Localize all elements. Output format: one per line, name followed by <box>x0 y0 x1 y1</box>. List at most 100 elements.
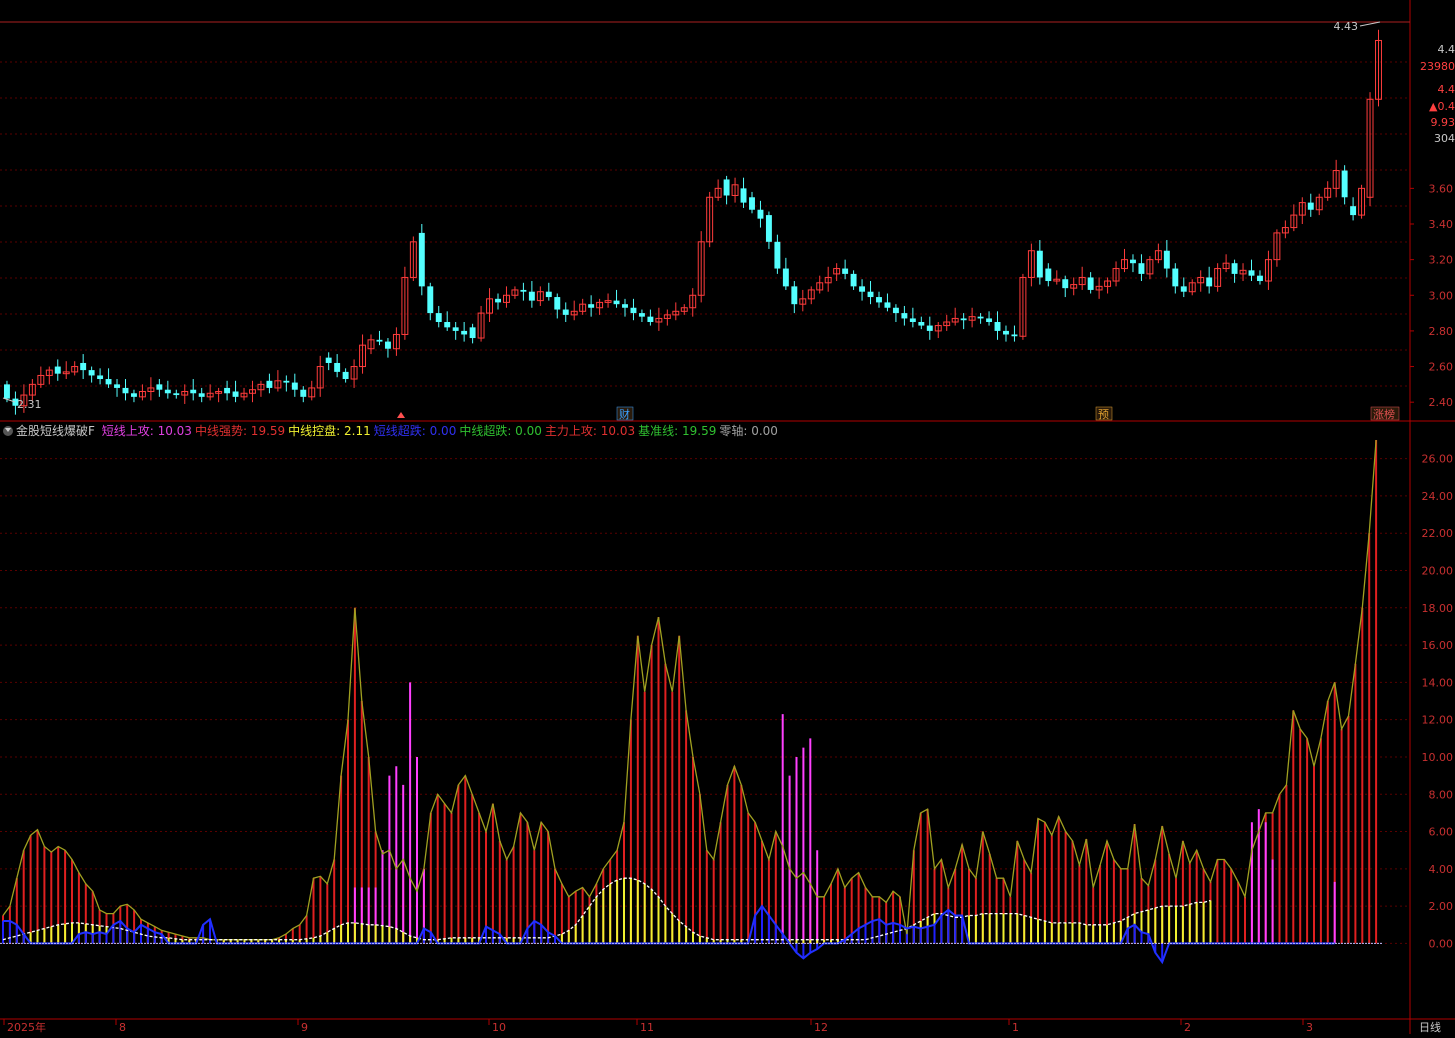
candle-body-down <box>842 269 848 274</box>
price-low-label: 2.31 <box>17 398 42 411</box>
x-axis-label: 1 <box>1012 1021 1019 1034</box>
indicator-y-tick: 18.00 <box>1422 602 1454 615</box>
quote-label: 23980 <box>1420 60 1455 73</box>
candle-body-down <box>901 313 907 318</box>
candle-body-down <box>444 322 450 327</box>
period-label: 日线 <box>1419 1020 1441 1034</box>
indicator-y-tick: 4.00 <box>1429 863 1454 876</box>
indicator-y-tick: 14.00 <box>1422 676 1454 689</box>
candle-body-down <box>927 326 933 331</box>
candle-body-down <box>173 393 179 395</box>
price-y-tick: 3.00 <box>1429 289 1454 302</box>
candle-body-down <box>283 381 289 383</box>
indicator-y-tick: 24.00 <box>1422 490 1454 503</box>
candle-body-down <box>300 390 306 397</box>
candle-body-down <box>1045 269 1051 281</box>
high-pointer <box>1360 22 1380 26</box>
legend-item: 短线超跌: 0.00 <box>374 424 457 438</box>
strong-outline-line <box>3 440 1376 940</box>
candle-body-down <box>199 393 205 397</box>
candle-body-down <box>131 393 137 397</box>
indicator-y-tick: 22.00 <box>1422 527 1454 540</box>
candle-body-down <box>334 363 340 372</box>
candle-body-down <box>614 301 620 305</box>
indicator-name[interactable]: 金股短线爆破F <box>16 424 95 438</box>
candle-body-down <box>1342 171 1348 198</box>
candle-body-down <box>80 363 86 370</box>
candle-body-down <box>343 372 349 379</box>
candle-body-down <box>4 384 10 398</box>
quote-label: 4.4 <box>1438 43 1455 56</box>
price-y-tick: 2.60 <box>1429 361 1454 374</box>
indicator-y-tick: 20.00 <box>1422 565 1454 578</box>
candle-body-down <box>224 388 230 393</box>
candle-body-down <box>436 313 442 322</box>
legend-item: 主力上攻: 10.03 <box>545 424 635 438</box>
candle-body-down <box>631 308 637 313</box>
indicator-y-tick: 12.00 <box>1422 714 1454 727</box>
candle-body-down <box>97 375 103 379</box>
candle-body-down <box>233 391 239 396</box>
legend-item: 中线控盘: 2.11 <box>288 424 371 438</box>
candle-body-down <box>766 215 772 242</box>
candle-body-down <box>876 297 882 302</box>
candle-body-down <box>791 286 797 304</box>
quote-label: 4.4 <box>1438 83 1455 96</box>
candle-body-down <box>893 308 899 313</box>
candle-body-down <box>427 286 433 313</box>
event-marker: 预 <box>1098 408 1109 421</box>
candle-body-down <box>89 370 95 375</box>
candle-body-down <box>783 269 789 287</box>
indicator-dropdown-icon[interactable] <box>3 426 13 436</box>
price-y-tick: 3.20 <box>1429 254 1454 267</box>
candle-body-down <box>622 304 628 308</box>
x-axis-label: 2 <box>1184 1021 1191 1034</box>
candle-body-down <box>106 379 112 384</box>
candle-body-down <box>1164 251 1170 269</box>
candle-body-down <box>1037 251 1043 278</box>
candle-body-down <box>1181 286 1187 291</box>
candle-body-down <box>55 367 61 374</box>
candle-body-down <box>1088 277 1094 289</box>
quote-label: 9.93 <box>1431 116 1455 129</box>
candle-body-down <box>859 286 865 291</box>
candle-body-down <box>470 327 476 338</box>
candle-body-down <box>741 188 747 202</box>
candle-body-down <box>639 313 645 317</box>
x-axis-label: 8 <box>119 1021 126 1034</box>
control-line <box>3 878 1211 940</box>
candle-body-down <box>884 302 890 307</box>
candle-body-down <box>266 381 272 388</box>
legend-items: 短线上攻: 10.03中线强势: 19.59中线控盘: 2.11短线超跌: 0.… <box>102 424 781 438</box>
chart-stage[interactable]: 2.402.602.803.003.203.403.604.432.314.42… <box>0 0 1455 1034</box>
indicator-y-tick: 16.00 <box>1422 639 1454 652</box>
candle-body-down <box>114 384 120 388</box>
x-axis-label: 2025年 <box>7 1020 46 1034</box>
candle-body-down <box>851 274 857 286</box>
candle-body-down <box>453 327 459 331</box>
price-high-label: 4.43 <box>1334 20 1359 33</box>
candle-body-down <box>495 299 501 303</box>
chart-canvas[interactable]: 2.402.602.803.003.203.403.604.432.314.42… <box>0 0 1455 1034</box>
up-arrow-icon <box>397 412 405 418</box>
quote-label: ▲0.4 <box>1429 100 1455 113</box>
legend-item: 短线上攻: 10.03 <box>102 424 192 438</box>
candle-body-down <box>123 388 129 393</box>
candle-body-down <box>1011 334 1017 336</box>
candle-body-down <box>647 317 653 322</box>
candle-body-down <box>918 322 924 326</box>
candle-body-down <box>1003 331 1009 335</box>
candle-body-down <box>995 322 1001 331</box>
candle-body-down <box>554 297 560 309</box>
indicator-y-tick: 0.00 <box>1429 937 1454 950</box>
candle-body-down <box>1206 277 1212 286</box>
candle-body-down <box>749 197 755 209</box>
candle-body-down <box>1172 269 1178 287</box>
x-axis-label: 10 <box>492 1021 506 1034</box>
candle-body-down <box>1130 260 1136 264</box>
candle-body-down <box>986 318 992 322</box>
candle-body-down <box>978 317 984 319</box>
candle-body-down <box>724 179 730 195</box>
candle-body-down <box>1350 206 1356 215</box>
candle-body-down <box>520 290 526 292</box>
